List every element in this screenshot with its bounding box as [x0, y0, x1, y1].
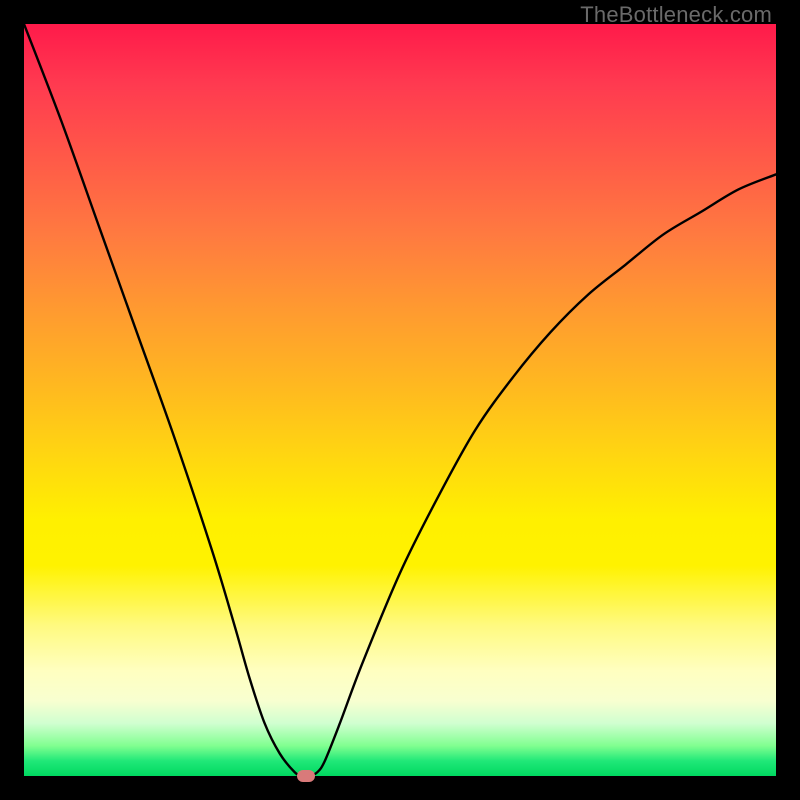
- optimal-marker: [297, 770, 315, 782]
- watermark-text: TheBottleneck.com: [580, 2, 772, 28]
- plot-area: [24, 24, 776, 776]
- chart-container: TheBottleneck.com: [0, 0, 800, 800]
